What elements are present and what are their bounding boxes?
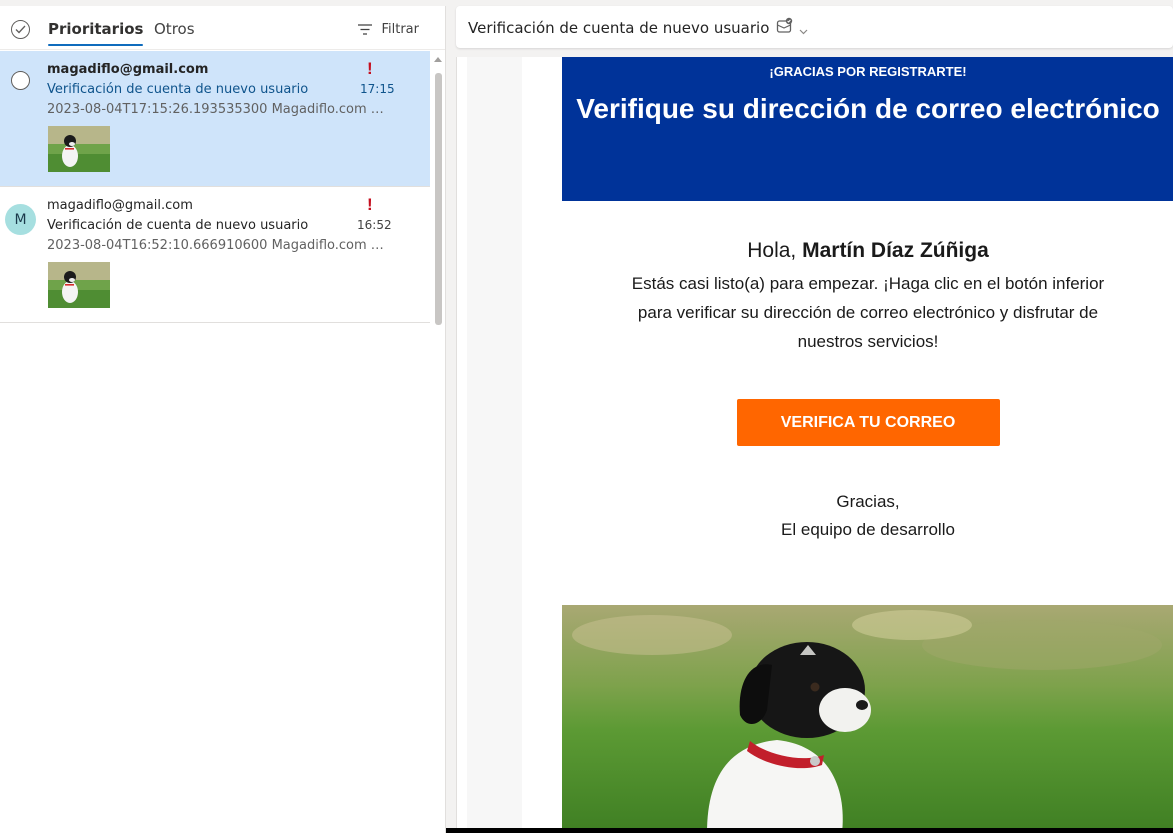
scroll-up-arrow-icon[interactable] [434, 57, 442, 62]
signoff-thanks: Gracias, [836, 492, 900, 511]
signoff-team: El equipo de desarrollo [781, 520, 955, 539]
message-time: 16:52 [357, 218, 392, 232]
message-item[interactable]: M magadiflo@gmail.com ! Verificación de … [0, 187, 430, 323]
reading-pane: ¡GRACIAS POR REGISTRARTE! Verifique su d… [456, 57, 1173, 833]
email-intro: Estás casi listo(a) para empezar. ¡Haga … [631, 274, 1105, 351]
active-tab-indicator [48, 44, 144, 46]
avatar: M [5, 204, 36, 235]
email-content: Hola, Martín Díaz Zúñiga Estás casi list… [562, 239, 1173, 544]
filter-icon [358, 24, 373, 35]
chevron-down-icon[interactable] [799, 22, 808, 40]
tab-prioritarios[interactable]: Prioritarios [48, 20, 144, 46]
tab-prioritarios-label: Prioritarios [48, 20, 144, 38]
high-importance-icon: ! [367, 59, 373, 78]
email-signoff: Gracias, El equipo de desarrollo [562, 488, 1173, 544]
tab-otros[interactable]: Otros [154, 20, 195, 38]
message-subject: Verificación de cuenta de nuevo usuario [47, 218, 309, 233]
message-sender: magadiflo@gmail.com [47, 198, 193, 213]
high-importance-icon: ! [367, 195, 373, 214]
message-list-pane: Prioritarios Otros Filtrar magadiflo@gma… [0, 6, 446, 833]
inbox-tabbar: Prioritarios Otros Filtrar [0, 6, 445, 50]
message-preview: 2023-08-04T16:52:10.666910600 Magadiflo.… [47, 238, 387, 253]
select-all-checkbox[interactable] [11, 20, 30, 39]
envelope-summary-icon [776, 17, 793, 33]
message-item[interactable]: magadiflo@gmail.com ! Verificación de cu… [0, 51, 430, 187]
tab-otros-label: Otros [154, 20, 195, 38]
email-kicker: ¡GRACIAS POR REGISTRARTE! [769, 64, 967, 79]
puppy-hero-image [562, 605, 1173, 833]
message-select-radio[interactable] [11, 71, 30, 90]
message-time: 17:15 [360, 82, 395, 96]
message-subject: Verificación de cuenta de nuevo usuario [47, 82, 309, 97]
filter-button[interactable]: Filtrar [358, 22, 419, 37]
window-bottom-edge [446, 828, 1173, 833]
puppy-thumbnail-image [48, 262, 110, 308]
verify-email-button[interactable]: VERIFICA TU CORREO [736, 399, 1000, 446]
reading-subject: Verificación de cuenta de nuevo usuario [468, 19, 770, 37]
email-banner: ¡GRACIAS POR REGISTRARTE! Verifique su d… [562, 57, 1173, 201]
attachment-thumbnail[interactable] [48, 262, 110, 308]
message-list-scrollbar[interactable] [431, 51, 446, 327]
summary-icon[interactable] [776, 17, 794, 40]
greeting-prefix: Hola, [747, 239, 797, 262]
email-headline: Verifique su dirección de correo electró… [576, 93, 1160, 124]
message-list: magadiflo@gmail.com ! Verificación de cu… [0, 51, 430, 323]
checkmark-icon [15, 25, 26, 34]
reading-pane-header: Verificación de cuenta de nuevo usuario [456, 6, 1173, 48]
email-body: ¡GRACIAS POR REGISTRARTE! Verifique su d… [562, 57, 1173, 833]
user-name: Martín Díaz Zúñiga [802, 239, 989, 262]
scrollbar-thumb[interactable] [435, 73, 442, 325]
message-preview: 2023-08-04T17:15:26.193535300 Magadiflo.… [47, 102, 387, 117]
filter-label: Filtrar [381, 22, 419, 37]
puppy-thumbnail-image [48, 126, 110, 172]
email-greeting: Hola, Martín Díaz Zúñiga [562, 239, 1173, 263]
reading-pane-gutter [467, 57, 522, 833]
message-sender: magadiflo@gmail.com [47, 62, 209, 77]
attachment-thumbnail[interactable] [48, 126, 110, 172]
